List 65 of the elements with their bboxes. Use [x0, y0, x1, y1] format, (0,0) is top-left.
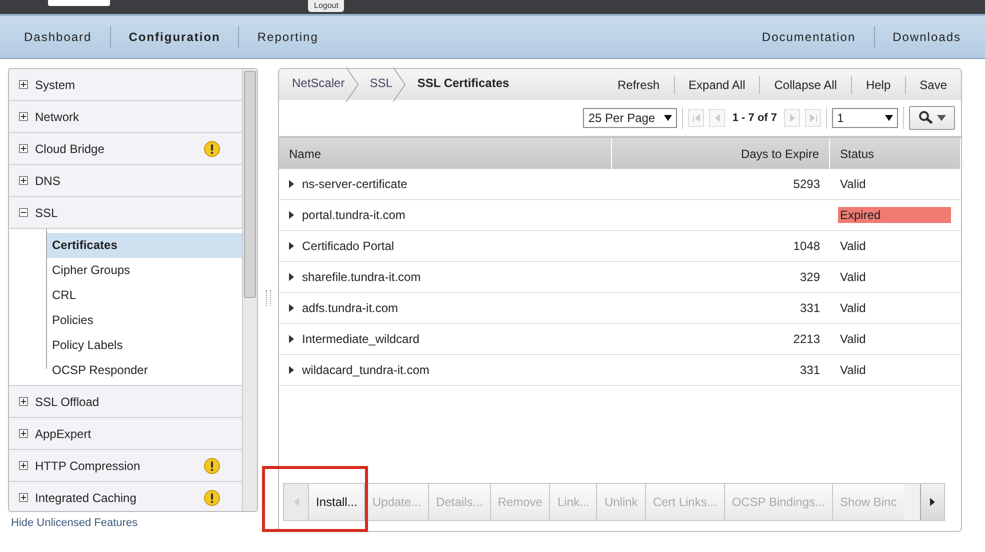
table-cell: Certificado Portal: [302, 239, 394, 253]
nav-tab[interactable]: Reporting: [239, 26, 336, 48]
table-cell: ns-server-certificate: [302, 177, 408, 191]
sidebar-label: SSL: [35, 206, 59, 220]
sidebar-item[interactable]: AppExpert: [9, 418, 242, 450]
page-select[interactable]: 1: [832, 108, 898, 128]
sidebar-item[interactable]: System: [9, 69, 242, 101]
page-range: 1 - 7 of 7: [731, 112, 778, 124]
sidebar-label: Network: [35, 110, 80, 124]
table-cell: adfs.tundra-it.com: [302, 301, 398, 315]
toolbar-button[interactable]: Save: [904, 76, 961, 94]
sidebar-label: HTTP Compression: [35, 458, 142, 472]
table-cell: 2213: [793, 332, 820, 346]
table-cell: 5293: [793, 177, 820, 191]
column-header[interactable]: Name: [279, 138, 612, 169]
breadcrumb-link[interactable]: SSL: [356, 69, 404, 100]
tree-item[interactable]: Certificates: [47, 233, 242, 258]
table-cell: Valid: [840, 269, 866, 285]
toolbar-button[interactable]: Help: [850, 76, 905, 94]
sidebar-label: System: [35, 78, 76, 92]
table-cell: portal.tundra-it.com: [302, 208, 406, 222]
table-cell: 331: [800, 301, 820, 315]
sidebar-label: Cloud Bridge: [35, 142, 106, 156]
sidebar-item[interactable]: SSL Offload: [9, 386, 242, 418]
table-cell: 329: [800, 270, 820, 284]
sidebar-label: AppExpert: [35, 426, 92, 440]
tree-item[interactable]: Cipher Groups: [47, 258, 242, 283]
table-cell: 1048: [793, 239, 820, 253]
sidebar-label: DNS: [35, 174, 62, 188]
table-cell: Valid: [840, 176, 866, 192]
sidebar-label: SSL Offload: [35, 394, 100, 408]
toolbar-button[interactable]: Collapse All: [759, 76, 851, 94]
nav-tab[interactable]: Dashboard: [6, 26, 111, 48]
table-cell: Valid: [840, 362, 866, 378]
page-title: SSL Certificates: [416, 75, 510, 92]
tree-item[interactable]: Policies: [47, 308, 242, 333]
sidebar-item[interactable]: Cloud Bridge: [9, 133, 242, 165]
toolbar-button[interactable]: Expand All: [674, 76, 760, 94]
table-cell: wildacard_tundra-it.com: [302, 363, 430, 377]
tree-item[interactable]: Policy Labels: [47, 333, 242, 358]
sidebar-item[interactable]: HTTP Compression: [9, 450, 242, 482]
tree-item[interactable]: CRL: [47, 283, 242, 308]
sidebar-item[interactable]: Integrated Caching: [9, 482, 242, 511]
breadcrumb-link[interactable]: NetScaler: [279, 69, 357, 100]
table-cell: sharefile.tundra-it.com: [302, 270, 421, 284]
table-cell: Intermediate_wildcard: [302, 332, 420, 346]
sidebar-item[interactable]: DNS: [9, 165, 242, 197]
sidebar-label: Integrated Caching: [35, 490, 138, 504]
column-header[interactable]: Status: [830, 138, 961, 169]
toolbar-button[interactable]: Refresh: [604, 76, 674, 94]
table-cell: Valid: [840, 300, 866, 316]
table-cell: Valid: [840, 238, 866, 254]
status-badge: Expired: [838, 207, 951, 223]
per-page-select[interactable]: 25 Per Page: [583, 108, 678, 128]
nav-link[interactable]: Downloads: [874, 26, 979, 48]
table-cell: Valid: [840, 331, 866, 347]
table-cell: 331: [800, 363, 820, 377]
action-button[interactable]: Install...: [308, 484, 364, 520]
tree-item[interactable]: OCSP Responder: [47, 358, 242, 383]
sidebar-item[interactable]: Network: [9, 101, 242, 133]
logout-button[interactable]: Logout: [308, 0, 344, 12]
hide-unlicensed-link[interactable]: Hide Unlicensed Features: [8, 517, 258, 529]
nav-link[interactable]: Documentation: [744, 26, 875, 48]
nav-tab[interactable]: Configuration: [110, 26, 240, 48]
column-header[interactable]: Days to Expire: [612, 138, 830, 169]
